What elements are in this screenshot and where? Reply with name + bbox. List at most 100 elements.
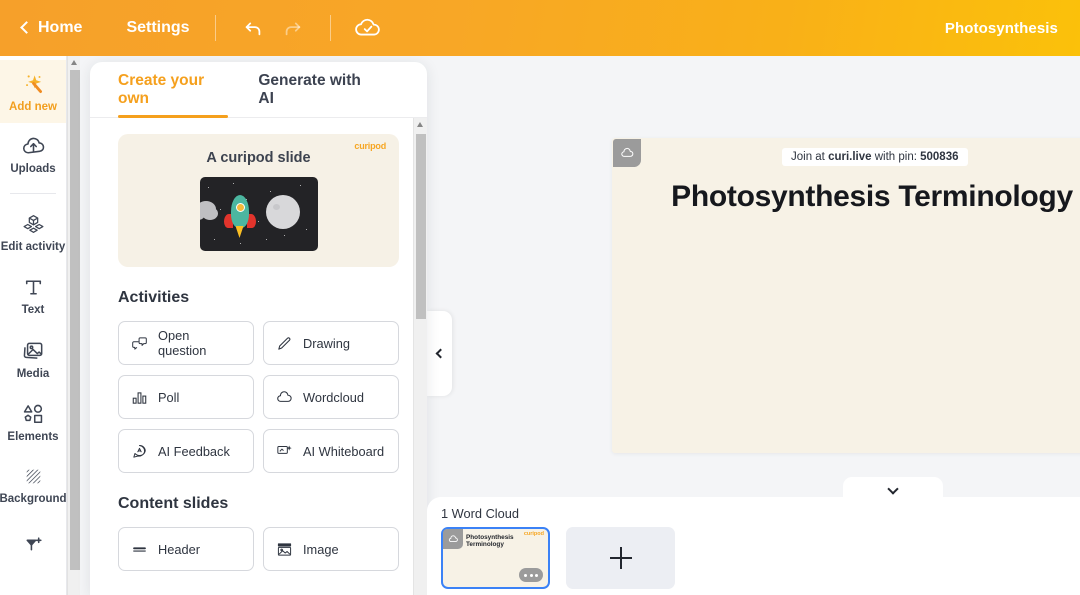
app-root: Home Settings Photosynthesis Add new Upl…: [0, 0, 1080, 595]
sidebar-item-background[interactable]: Background: [0, 453, 67, 516]
home-label: Home: [38, 19, 83, 36]
slide-strip-row: curipod Photosynthesis Terminology: [441, 527, 1080, 589]
sidebar-item-effects[interactable]: [0, 516, 66, 579]
panel-body: curipod A curipod slide Activities Open …: [90, 118, 427, 595]
activity-wordcloud[interactable]: Wordcloud: [263, 375, 399, 419]
ellipsis-dot: [524, 573, 527, 577]
insert-panel: Create your own Generate with AI curipod…: [90, 62, 427, 595]
activity-label: Drawing: [303, 335, 350, 351]
plus-icon: [609, 547, 632, 569]
sidebar-item-media[interactable]: Media: [0, 327, 66, 390]
slide-strip: 1 Word Cloud curipod Photosynthesis Term…: [427, 497, 1080, 595]
sidebar-item-text[interactable]: Text: [0, 264, 66, 327]
sidebar-label-edit-activity: Edit activity: [0, 241, 66, 253]
cloud-icon: [276, 389, 293, 406]
cloud-icon: [620, 147, 633, 157]
rocket-moon-illustration: [199, 177, 318, 251]
toolbar-divider-1: [214, 15, 216, 41]
cloud-icon: [448, 534, 458, 542]
sidebar-label-media: Media: [16, 367, 50, 380]
activities-grid: Open question Drawing Poll Wordcloud AI …: [118, 321, 399, 473]
sidebar-label-background: Background: [0, 493, 67, 505]
collapse-panel-button[interactable]: [427, 311, 452, 396]
thumbnail-title: Photosynthesis Terminology: [466, 534, 514, 548]
promo-title: A curipod slide: [206, 150, 311, 166]
presentation-title: Photosynthesis: [944, 19, 1058, 37]
home-button[interactable]: Home: [16, 13, 92, 43]
shapes-icon: [23, 404, 43, 423]
pin-code: 500836: [920, 151, 959, 163]
activity-ai-feedback[interactable]: AI Feedback: [118, 429, 254, 473]
curipod-brand-label: curipod: [354, 141, 386, 151]
effects-wand-icon: [25, 537, 42, 551]
panel-scroll-up-arrow-icon[interactable]: [417, 122, 423, 127]
image-icon: [276, 541, 293, 558]
slide-strip-label: 1 Word Cloud: [441, 506, 520, 521]
save-status-button[interactable]: [348, 11, 388, 45]
toolbar-divider-2: [329, 15, 331, 41]
slide-type-badge: [613, 139, 641, 167]
activity-ai-whiteboard[interactable]: AI Whiteboard: [263, 429, 399, 473]
content-slides-heading: Content slides: [118, 495, 229, 512]
activity-label: Poll: [158, 389, 180, 405]
top-bar: Home Settings Photosynthesis: [0, 0, 1080, 56]
pin-prefix: Join at: [791, 151, 829, 163]
rail-scrollbar-thumb[interactable]: [69, 70, 80, 570]
sidebar-label-add-new: Add new: [9, 100, 57, 113]
activity-label: AI Whiteboard: [303, 443, 385, 459]
redo-icon: [285, 22, 300, 36]
ai-whiteboard-icon: [276, 443, 293, 460]
rail-divider: [10, 193, 56, 194]
scroll-up-arrow-icon[interactable]: [71, 60, 77, 65]
sidebar-label-text: Text: [21, 304, 45, 316]
text-t-icon: [25, 280, 41, 295]
magic-wand-icon: [26, 74, 42, 93]
content-slides-grid: Header Image: [118, 527, 399, 571]
slide-thumbnail[interactable]: curipod Photosynthesis Terminology: [441, 527, 550, 589]
slide-title-text[interactable]: Photosynthesis Terminology: [612, 180, 1080, 214]
settings-button[interactable]: Settings: [118, 13, 197, 43]
pin-middle: with pin:: [871, 151, 921, 163]
sidebar-item-edit-activity[interactable]: Edit activity: [0, 201, 66, 264]
speech-question-icon: [131, 335, 148, 352]
add-slide-button[interactable]: [566, 527, 675, 589]
undo-icon: [245, 22, 260, 36]
activity-label: Wordcloud: [303, 389, 364, 405]
sidebar-label-uploads: Uploads: [10, 163, 56, 175]
curipod-slide-promo-card[interactable]: curipod A curipod slide: [118, 134, 399, 267]
ellipsis-dot: [535, 573, 538, 577]
join-pin-bar: Join at curi.live with pin: 500836: [782, 148, 968, 166]
panel-scrollbar[interactable]: [413, 118, 427, 595]
activity-poll[interactable]: Poll: [118, 375, 254, 419]
thumbnail-menu-button[interactable]: [519, 568, 543, 582]
tab-create-your-own[interactable]: Create your own: [118, 62, 229, 118]
chevron-down-icon: [887, 483, 899, 495]
activity-open-question[interactable]: Open question: [118, 321, 254, 365]
activities-heading: Activities: [118, 289, 190, 306]
slide-canvas[interactable]: Join at curi.live with pin: 500836 Photo…: [612, 138, 1080, 453]
activity-drawing[interactable]: Drawing: [263, 321, 399, 365]
moon-shape: [265, 195, 300, 229]
redo-button[interactable]: [273, 11, 313, 45]
sidebar-item-uploads[interactable]: Uploads: [0, 123, 66, 186]
header-bar-icon: [131, 541, 148, 558]
thumbnail-type-badge: [443, 529, 463, 549]
chevron-left-icon: [20, 21, 33, 34]
rail-scrollbar[interactable]: [67, 56, 80, 595]
chevron-left-icon: [435, 348, 446, 359]
blocks-icon: [23, 215, 43, 233]
undo-button[interactable]: [233, 11, 273, 45]
sidebar-item-add-new[interactable]: Add new: [0, 60, 66, 123]
pin-domain: curi.live: [828, 151, 872, 163]
activity-label: Open question: [158, 328, 207, 358]
content-slide-label: Header: [158, 541, 200, 557]
bar-chart-icon: [131, 389, 148, 406]
hatch-pattern-icon: [26, 469, 40, 484]
tab-generate-with-ai[interactable]: Generate with AI: [258, 62, 369, 117]
content-slide-label: Image: [303, 541, 339, 557]
content-slide-image[interactable]: Image: [263, 527, 399, 571]
panel-scrollbar-thumb[interactable]: [416, 134, 426, 319]
cloud-check-icon: [354, 18, 380, 36]
content-slide-header[interactable]: Header: [118, 527, 254, 571]
sidebar-item-elements[interactable]: Elements: [0, 390, 66, 453]
